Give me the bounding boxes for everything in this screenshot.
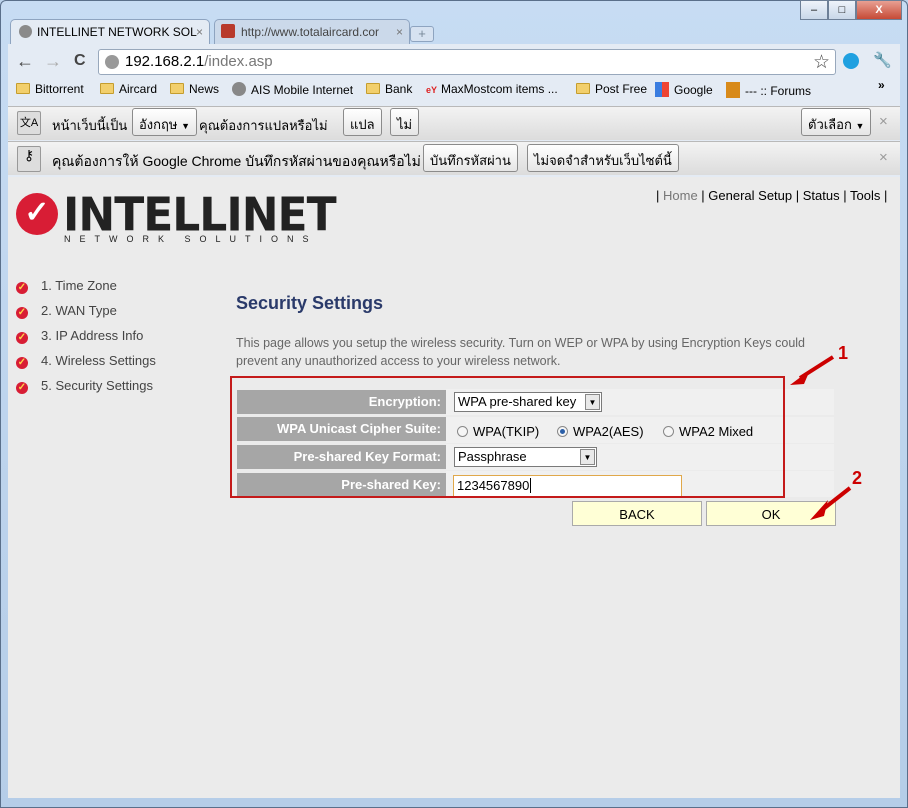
ebay-icon: eY <box>426 85 438 95</box>
minimize-button[interactable]: – <box>800 0 828 20</box>
key-icon: ⚷ <box>17 146 41 172</box>
sidebar-label: 5. Security Settings <box>41 378 153 393</box>
page-title: Security Settings <box>236 293 384 313</box>
bookmark-post-free[interactable]: Post Free <box>576 82 647 96</box>
close-translate-bar-icon[interactable]: × <box>879 113 888 130</box>
bookmark-label: Aircard <box>119 82 158 96</box>
top-nav: | Home | General Setup | Status | Tools … <box>656 188 888 203</box>
forward-button[interactable]: → <box>44 51 62 72</box>
language-value: อังกฤษ <box>139 117 178 132</box>
arrow-icon <box>810 486 852 520</box>
bookmark-label: Google <box>674 83 713 97</box>
close-password-bar-icon[interactable]: × <box>879 149 888 166</box>
intellinet-logo-icon: ✓ <box>16 193 58 235</box>
sidebar-item-wan-type[interactable]: ✓ 2. WAN Type <box>16 303 117 319</box>
site-favicon-icon <box>221 24 235 38</box>
google-icon <box>655 82 669 97</box>
bookmark-label: Bank <box>385 82 413 96</box>
sidebar-label: 3. IP Address Info <box>41 328 144 343</box>
bookmark-forums[interactable]: --- :: Forums <box>726 82 811 98</box>
sidebar-item-time-zone[interactable]: ✓ 1. Time Zone <box>16 278 117 294</box>
page-description: This page allows you setup the wireless … <box>236 336 806 368</box>
tab-close-icon[interactable]: × <box>396 25 403 39</box>
bookmark-label: Bittorrent <box>35 82 84 96</box>
translate-icon: 文A <box>17 111 41 135</box>
nav-home[interactable]: Home <box>663 188 698 203</box>
logo-tagline: NETWORK SOLUTIONS <box>64 234 318 244</box>
tab-title: INTELLINET NETWORK SOL <box>37 25 197 39</box>
translate-button[interactable]: แปล <box>343 108 382 136</box>
password-question: คุณต้องการให้ Google Chrome บันทึกรหัสผ่… <box>52 153 421 169</box>
url-path: /index.asp <box>204 53 273 70</box>
nav-status[interactable]: Status <box>803 188 840 203</box>
url-host: 192.168.2.1 <box>125 53 205 70</box>
bookmark-label: News <box>189 82 220 96</box>
check-icon: ✓ <box>16 332 28 344</box>
tab-intellinet[interactable]: INTELLINET NETWORK SOL × <box>10 19 210 45</box>
check-icon: ✓ <box>16 282 28 294</box>
tab-totalaircard[interactable]: http://www.totalaircard.cor × <box>214 19 410 45</box>
options-dropdown[interactable]: ตัวเลือก ▼ <box>801 108 872 136</box>
globe-icon <box>232 82 246 96</box>
skype-extension-icon[interactable] <box>843 53 859 69</box>
bookmark-maxmostcom[interactable]: eY MaxMostcom items ... <box>426 82 558 96</box>
annotation-arrows <box>790 355 852 520</box>
check-icon: ✓ <box>16 307 28 319</box>
bookmark-label: --- :: Forums <box>745 84 811 98</box>
sidebar-label: 2. WAN Type <box>41 303 117 318</box>
sidebar-label: 4. Wireless Settings <box>41 353 156 368</box>
dropdown-arrow-icon: ▼ <box>181 121 191 131</box>
translate-prefix: หน้าเว็บนี้เป็น <box>52 118 128 133</box>
annotation-number-2: 2 <box>852 468 863 488</box>
close-window-button[interactable]: X <box>856 0 902 20</box>
save-password-button[interactable]: บันทึกรหัสผ่าน <box>423 144 518 172</box>
annotation-number-1: 1 <box>838 343 849 363</box>
never-save-password-button[interactable]: ไม่จดจำสำหรับเว็บไซต์นี้ <box>527 144 679 172</box>
back-button[interactable]: ← <box>16 51 34 72</box>
sidebar-item-wireless[interactable]: ✓ 4. Wireless Settings <box>16 353 156 369</box>
tab-title: http://www.totalaircard.cor <box>241 25 380 39</box>
bookmark-label: Post Free <box>595 82 648 96</box>
folder-icon <box>170 83 184 94</box>
nav-general-setup[interactable]: General Setup <box>708 188 792 203</box>
highlight-box <box>230 376 785 498</box>
forum-icon <box>726 82 740 98</box>
bookmark-google[interactable]: Google <box>655 82 713 97</box>
maximize-button[interactable]: □ <box>828 0 856 20</box>
address-bar[interactable]: 192.168.2.1/index.asp ☆ <box>98 49 836 75</box>
bookmark-aircard[interactable]: Aircard <box>100 82 157 96</box>
bookmarks-overflow-button[interactable]: » <box>878 78 885 92</box>
bookmark-bank[interactable]: Bank <box>366 82 412 96</box>
translate-question: คุณต้องการแปลหรือไม่ <box>199 118 328 133</box>
folder-icon <box>366 83 380 94</box>
tab-close-icon[interactable]: × <box>196 25 203 39</box>
bookmark-star-icon[interactable]: ☆ <box>813 51 830 74</box>
folder-icon <box>100 83 114 94</box>
folder-icon <box>576 83 590 94</box>
bookmark-label: MaxMostcom items ... <box>441 82 558 96</box>
reload-button[interactable]: C <box>74 52 86 70</box>
globe-icon <box>19 25 32 38</box>
sidebar-item-ip-address[interactable]: ✓ 3. IP Address Info <box>16 328 143 344</box>
globe-icon <box>105 55 119 69</box>
bookmark-news[interactable]: News <box>170 82 219 96</box>
bookmark-label: AIS Mobile Internet <box>251 83 354 97</box>
dropdown-arrow-icon: ▼ <box>855 121 865 131</box>
check-icon: ✓ <box>16 357 28 369</box>
no-translate-button[interactable]: ไม่ <box>390 108 420 136</box>
options-label: ตัวเลือก <box>808 117 852 132</box>
folder-icon <box>16 83 30 94</box>
new-tab-button[interactable]: + <box>410 26 434 42</box>
wrench-menu-icon[interactable]: 🔧 <box>873 51 892 69</box>
nav-tools[interactable]: Tools <box>850 188 880 203</box>
check-icon: ✓ <box>16 382 28 394</box>
bookmark-ais[interactable]: AIS Mobile Internet <box>232 82 353 97</box>
arrow-icon <box>790 355 835 385</box>
sidebar-item-security[interactable]: ✓ 5. Security Settings <box>16 378 153 394</box>
sidebar-label: 1. Time Zone <box>41 278 117 293</box>
back-button[interactable]: BACK <box>572 501 702 526</box>
bookmark-bittorrent[interactable]: Bittorrent <box>16 82 84 96</box>
language-dropdown[interactable]: อังกฤษ ▼ <box>132 108 198 136</box>
